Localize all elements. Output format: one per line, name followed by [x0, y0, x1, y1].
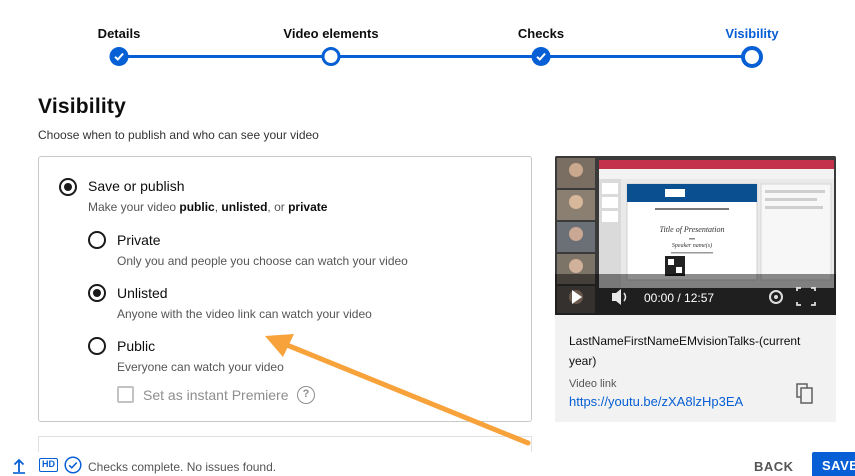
visibility-options-card: Save or publish Make your video public, … [38, 156, 532, 422]
unlisted-radio[interactable] [88, 284, 106, 302]
step-label-checks[interactable]: Checks [518, 26, 564, 41]
public-radio[interactable] [88, 337, 106, 355]
video-link-label: Video link [569, 378, 617, 390]
checks-status-text: Checks complete. No issues found. [88, 460, 277, 474]
step-visibility-dot[interactable] [741, 46, 763, 68]
page-title: Visibility [38, 95, 126, 118]
step-label-video-elements[interactable]: Video elements [283, 26, 378, 41]
step-label-details[interactable]: Details [98, 26, 141, 41]
video-preview[interactable]: Title of Presentation Speaker name(s) 00… [555, 156, 836, 315]
video-time: 00:00 / 12:57 [644, 291, 714, 305]
video-link[interactable]: https://youtu.be/zXA8lzHp3EA [569, 394, 743, 409]
private-title[interactable]: Private [117, 232, 161, 248]
save-or-publish-radio[interactable] [59, 178, 77, 196]
step-label-visibility[interactable]: Visibility [725, 26, 778, 41]
progress-stepper: Details Video elements Checks Visibility [0, 0, 855, 80]
back-button[interactable]: BACK [746, 456, 802, 476]
step-checks-check-icon[interactable] [531, 47, 551, 66]
copy-icon[interactable] [795, 383, 815, 405]
public-title[interactable]: Public [117, 338, 155, 354]
checks-complete-icon[interactable] [64, 456, 82, 474]
video-filename: LastNameFirstNameEMvisionTalks-(current … [569, 334, 801, 368]
private-radio[interactable] [88, 231, 106, 249]
save-button[interactable]: SAVE [812, 452, 855, 476]
step-details-check-icon[interactable] [109, 47, 129, 66]
save-or-publish-desc: Make your video public, unlisted, or pri… [88, 200, 328, 214]
page-subtitle: Choose when to publish and who can see y… [38, 128, 319, 142]
upload-icon[interactable] [12, 458, 26, 474]
slide-title: Title of Presentation [659, 225, 724, 234]
hd-badge-icon: HD [39, 458, 58, 472]
step-video-elements-dot[interactable] [321, 47, 341, 66]
video-info-panel: LastNameFirstNameEMvisionTalks-(current … [555, 315, 836, 422]
private-desc: Only you and people you choose can watch… [117, 254, 408, 268]
stepper-line [119, 55, 752, 58]
unlisted-title[interactable]: Unlisted [117, 285, 168, 301]
unlisted-desc: Anyone with the video link can watch you… [117, 307, 372, 321]
instant-premiere-checkbox[interactable] [117, 386, 134, 403]
slide-subtitle: Speaker name(s) [672, 242, 712, 249]
video-frame-image: Title of Presentation Speaker name(s) 00… [555, 156, 836, 315]
help-icon[interactable]: ? [297, 386, 315, 404]
instant-premiere-label[interactable]: Set as instant Premiere [143, 387, 289, 403]
save-or-publish-title[interactable]: Save or publish [88, 178, 185, 194]
footer-bar: HD Checks complete. No issues found. BAC… [0, 452, 855, 476]
public-desc: Everyone can watch your video [117, 360, 284, 374]
